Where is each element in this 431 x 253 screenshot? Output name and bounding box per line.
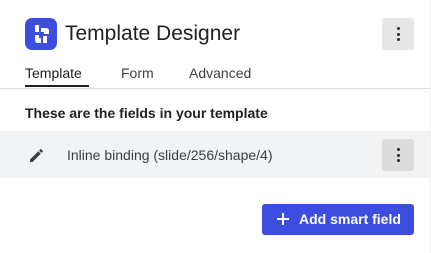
tab-form[interactable]: Form [121,64,154,82]
field-label: Inline binding (slide/256/shape/4) [67,147,273,163]
tab-advanced[interactable]: Advanced [189,64,251,82]
field-list-item[interactable]: Inline binding (slide/256/shape/4) [0,131,431,178]
active-tab-indicator [25,85,89,87]
header: Template Designer [0,0,431,66]
page-title: Template Designer [65,22,241,45]
pencil-icon[interactable] [28,146,46,164]
tab-template[interactable]: Template [25,64,82,82]
add-smart-field-label: Add smart field [299,211,401,227]
more-vertical-icon [396,148,400,162]
field-more-menu-button[interactable] [382,139,414,171]
plus-icon [277,213,289,225]
template-designer-panel: Template Designer Template Form Advanced… [0,0,431,253]
template-designer-logo-icon [25,18,57,50]
more-vertical-icon [396,27,400,41]
fields-section-label: These are the fields in your template [25,105,268,121]
add-smart-field-button[interactable]: Add smart field [262,204,414,235]
tab-bar: Template Form Advanced [0,60,431,89]
header-more-menu-button[interactable] [382,18,414,50]
